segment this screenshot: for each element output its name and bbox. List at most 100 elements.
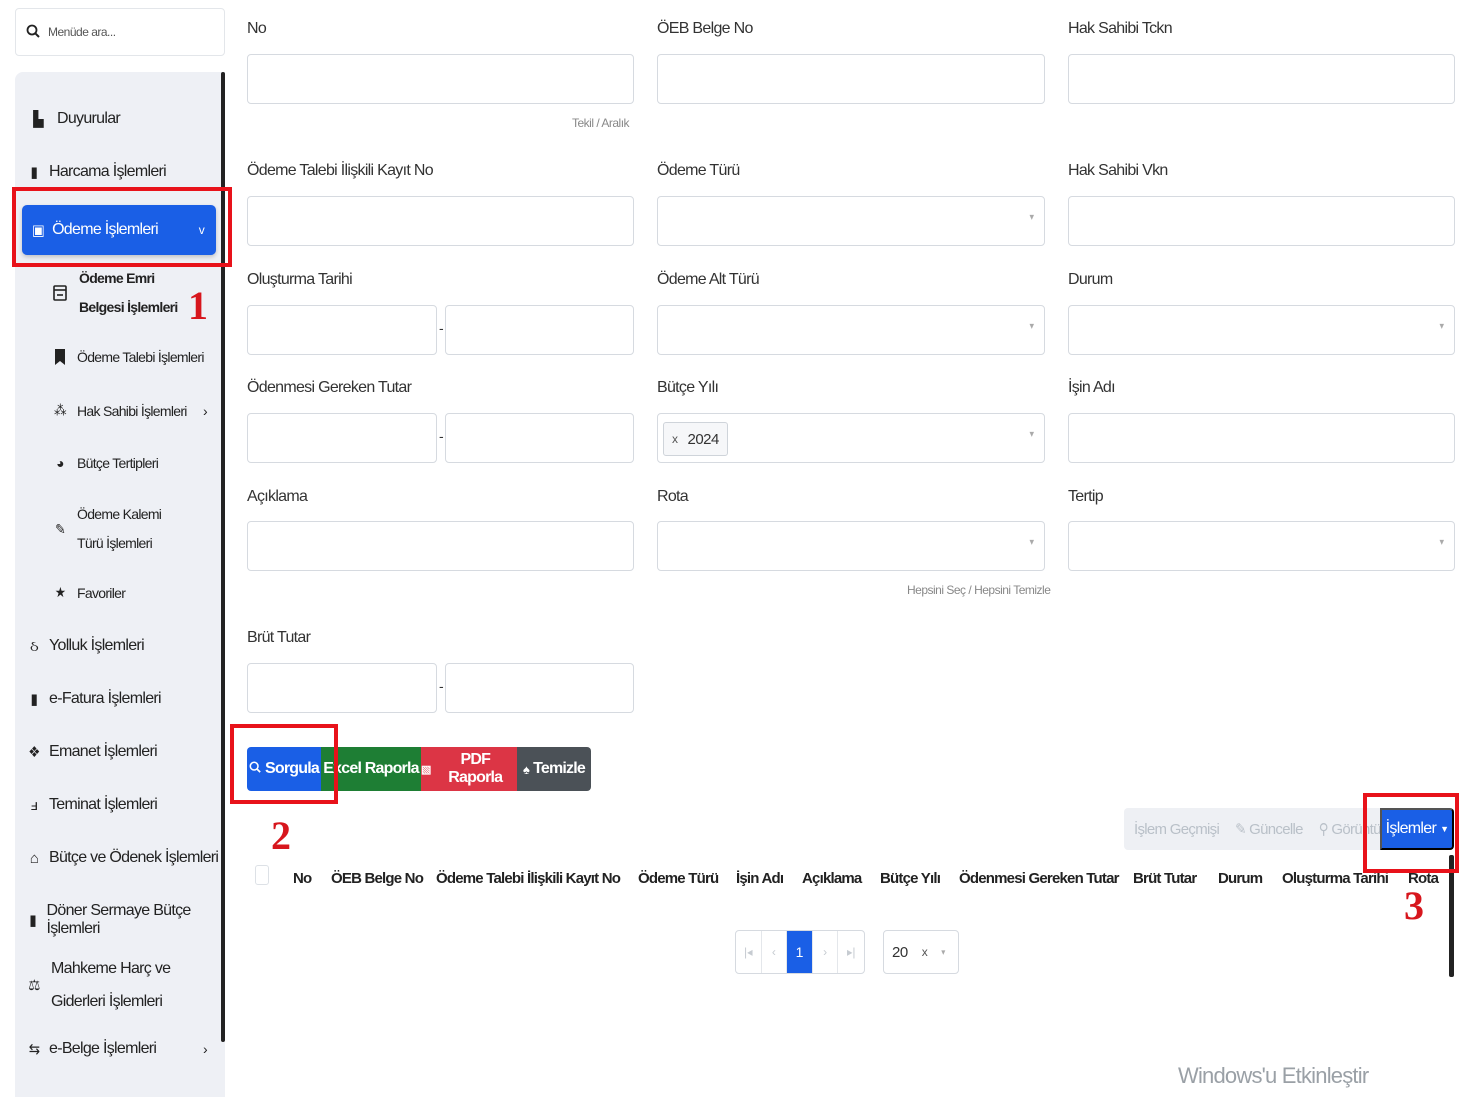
column-header-brut-tutar[interactable]: Brüt Tutar (1133, 870, 1197, 887)
sidebar-item-label: Duyurular (57, 110, 121, 127)
isin-adi-field[interactable] (1068, 413, 1455, 463)
page-size-value: 20 (892, 943, 908, 961)
sidebar-item-label: e-Fatura İşlemleri (49, 690, 162, 707)
sidebar-item-label: Harcama İşlemleri (49, 163, 167, 180)
islem-gecmisi-button[interactable]: İşlem Geçmişi (1134, 821, 1220, 838)
no-field[interactable] (247, 54, 634, 104)
menu-search-box[interactable] (15, 8, 225, 56)
column-header-aciklama[interactable]: Açıklama (802, 870, 862, 887)
oeb-belge-no-label: ÖEB Belge No (657, 20, 753, 37)
chevron-right-icon: › (203, 402, 208, 419)
sidebar-item-duyurular[interactable]: ▙ Duyurular (15, 110, 225, 128)
chevron-right-icon: › (203, 1041, 208, 1057)
windows-activation-watermark: Windows'u Etkinleştir (1178, 1063, 1369, 1088)
star-icon: ★ (54, 584, 66, 600)
odeme-turu-select[interactable] (657, 196, 1045, 246)
sidebar-item-mahkeme[interactable]: ⚖ Mahkeme Harç ve Giderleri İşlemleri (15, 952, 225, 1018)
sidebar-item-label: Ödeme Talebi İşlemleri (77, 349, 204, 365)
prev-page-icon[interactable]: ‹ (762, 931, 788, 973)
column-header-odenmesi-gereken-tutar[interactable]: Ödenmesi Gereken Tutar (959, 870, 1119, 887)
first-page-icon[interactable]: |◂ (736, 931, 762, 973)
column-header-durum[interactable]: Durum (1218, 870, 1263, 887)
document-list-icon (49, 285, 71, 301)
sidebar-item-favoriler[interactable]: ★ Favoriler (15, 584, 225, 601)
temizle-button[interactable]: ♠ Temizle (517, 747, 591, 791)
hak-sahibi-vkn-field[interactable] (1068, 196, 1455, 246)
menu-search-input[interactable] (48, 25, 208, 39)
last-page-icon[interactable]: ▸| (838, 931, 864, 973)
hand-holding-icon: ⅎ (30, 796, 38, 814)
table-scrollbar[interactable] (1449, 855, 1454, 977)
tutar-min-field[interactable] (247, 413, 437, 463)
column-header-isin-adi[interactable]: İşin Adı (736, 870, 784, 887)
pagination: |◂ ‹ 1 › ▸| (735, 930, 865, 974)
sidebar-item-doner-sermaye[interactable]: ▮ Döner Sermaye Bütçe İşlemleri (15, 902, 225, 938)
brut-tutar-min-field[interactable] (247, 663, 437, 713)
sidebar-item-odeme-talebi[interactable]: Ödeme Talebi İşlemleri (15, 349, 225, 365)
sidebar-item-label: Bütçe Tertipleri (77, 455, 159, 471)
sidebar-item-efatura[interactable]: ▮ e-Fatura İşlemleri (15, 690, 225, 708)
remove-tag-icon[interactable]: x (672, 432, 678, 446)
pdf-raporla-button[interactable]: ▧ PDF Raporla (421, 747, 517, 791)
tekil-link[interactable]: Tekil (572, 116, 594, 130)
hak-sahibi-tckn-field[interactable] (1068, 54, 1455, 104)
olusturma-tarihi-label: Oluşturma Tarihi (247, 271, 353, 288)
sidebar-item-ebelge[interactable]: ⇆ e-Belge İşlemleri › (15, 1040, 225, 1058)
file-transfer-icon: ⇆ (28, 1041, 40, 1058)
caret-down-icon: ▾ (941, 946, 945, 957)
column-header-oeb-belge-no[interactable]: ÖEB Belge No (331, 870, 424, 887)
oeb-belge-no-field[interactable] (657, 54, 1045, 104)
odenmesi-gereken-tutar-label: Ödenmesi Gereken Tutar (247, 379, 412, 396)
sidebar-item-label: Yolluk İşlemleri (49, 637, 145, 654)
column-header-butce-yili[interactable]: Bütçe Yılı (880, 870, 941, 887)
tertip-select[interactable] (1068, 521, 1455, 571)
odeme-alt-turu-select[interactable] (657, 305, 1045, 355)
table-toolbar: İşlem Geçmişi ✎ Güncelle ⚲ Görüntü (1124, 808, 1380, 850)
butce-yili-tag: x 2024 (663, 422, 728, 456)
page-size-select[interactable]: 20 x ▾ (883, 930, 959, 974)
guncelle-button[interactable]: ✎ Güncelle (1235, 820, 1303, 838)
hepsini-sec-link[interactable]: Hepsini Seç (907, 583, 966, 597)
aralik-link[interactable]: Aralık (601, 116, 629, 130)
sidebar-item-label: Emanet İşlemleri (49, 743, 158, 760)
sidebar-item-yolluk[interactable]: ઠ Yolluk İşlemleri (15, 637, 225, 655)
butce-yili-select[interactable]: x 2024 (657, 413, 1045, 463)
scale-icon: ⚖ (28, 976, 40, 994)
no-label: No (247, 20, 267, 37)
column-header-talep-kayit-no[interactable]: Ödeme Talebi İlişkili Kayıt No (436, 870, 621, 887)
durum-label: Durum (1068, 271, 1113, 288)
page-number-button[interactable]: 1 (787, 931, 813, 973)
aciklama-field[interactable] (247, 521, 634, 571)
next-page-icon[interactable]: › (813, 931, 839, 973)
tutar-max-field[interactable] (445, 413, 634, 463)
brut-tutar-max-field[interactable] (445, 663, 634, 713)
sidebar-item-odeme-kalemi[interactable]: ✎ Ödeme Kalemi Türü İşlemleri (15, 500, 225, 558)
sidebar-item-butce-odenek[interactable]: ⌂ Bütçe ve Ödenek İşlemleri (15, 849, 225, 867)
rota-select[interactable] (657, 521, 1045, 571)
olusturma-tarihi-end[interactable] (445, 305, 634, 355)
isin-adi-label: İşin Adı (1068, 379, 1116, 396)
brut-tutar-label: Brüt Tutar (247, 629, 311, 646)
column-header-odeme-turu[interactable]: Ödeme Türü (638, 870, 719, 887)
sidebar-item-butce-tertipleri[interactable]: ◕ Bütçe Tertipleri (15, 455, 225, 471)
column-header-no[interactable]: No (293, 870, 312, 887)
durum-select[interactable] (1068, 305, 1455, 355)
sidebar-item-hak-sahibi[interactable]: ⁂ Hak Sahibi İşlemleri › (15, 402, 225, 419)
range-dash: - (439, 678, 444, 694)
receipt-icon: ▮ (30, 164, 38, 181)
search-icon (26, 24, 40, 41)
sidebar-item-emanet[interactable]: ❖ Emanet İşlemleri (15, 743, 225, 761)
hepsini-temizle-link[interactable]: Hepsini Temizle (974, 583, 1051, 597)
sidebar-item-harcama[interactable]: ▮ Harcama İşlemleri (15, 163, 225, 181)
sidebar-item-teminat[interactable]: ⅎ Teminat İşlemleri (15, 796, 225, 814)
invoice-icon: ▮ (30, 691, 38, 708)
rota-hint: Hepsini Seç / Hepsini Temizle (907, 583, 1051, 597)
tertip-label: Tertip (1068, 488, 1104, 505)
odeme-alt-turu-label: Ödeme Alt Türü (657, 271, 760, 288)
sidebar-item-label: e-Belge İşlemleri (49, 1040, 157, 1057)
talep-kayit-no-field[interactable] (247, 196, 634, 246)
select-all-checkbox[interactable] (255, 865, 269, 885)
olusturma-tarihi-start[interactable] (247, 305, 437, 355)
range-dash: - (439, 320, 444, 336)
clear-icon[interactable]: x (922, 945, 928, 959)
